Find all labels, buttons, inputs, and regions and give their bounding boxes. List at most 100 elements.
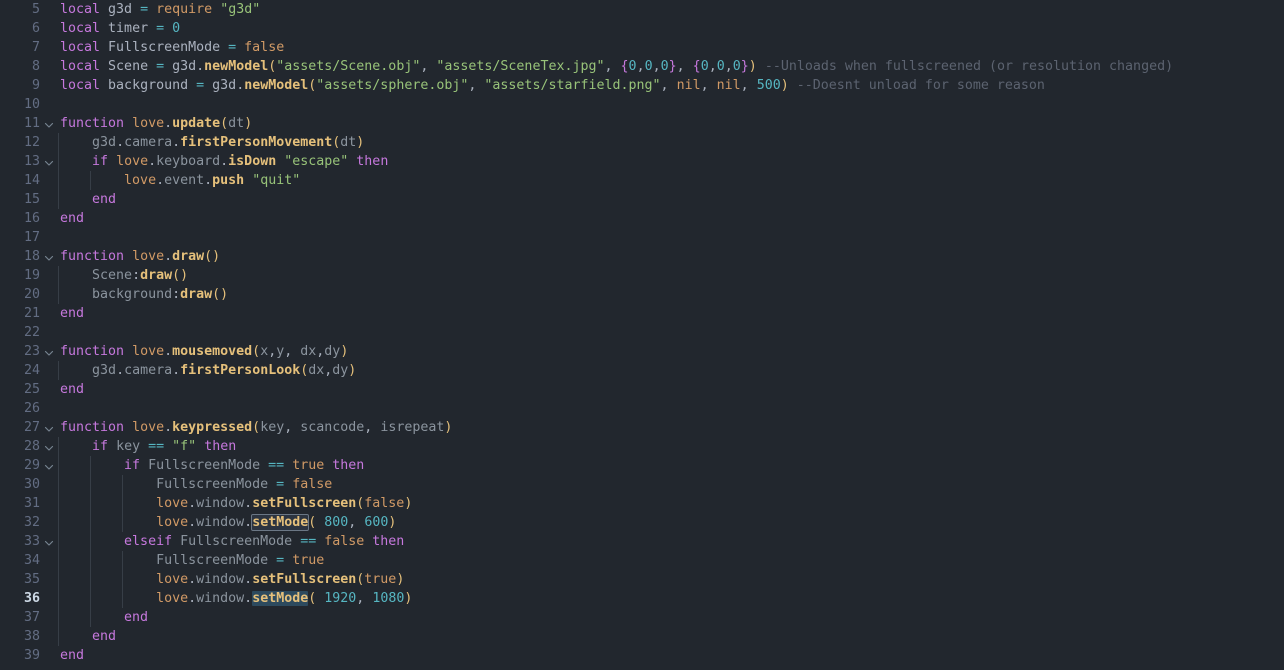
code-text[interactable]: end xyxy=(58,646,1284,665)
line-number: 10 xyxy=(23,97,40,112)
code-line[interactable]: 9 local background = g3d.newModel("assets… xyxy=(0,76,1284,95)
code-text[interactable]: function love.update(dt) xyxy=(58,114,1284,133)
code-text[interactable]: Scene:draw() xyxy=(58,266,1284,285)
code-text[interactable]: function love.mousemoved(x,y, dx,dy) xyxy=(58,342,1284,361)
code-text[interactable]: local timer = 0 xyxy=(58,19,1284,38)
code-line[interactable]: 21 end xyxy=(0,304,1284,323)
code-line[interactable]: 39 end xyxy=(0,646,1284,665)
code-text[interactable]: love.window.setMode( 800, 600) xyxy=(58,513,1284,532)
token-fnname: newModel xyxy=(244,78,309,93)
token-var: true xyxy=(292,458,325,473)
code-line[interactable]: 17 xyxy=(0,228,1284,247)
code-line[interactable]: 24 g3d.camera.firstPersonLook(dx,dy) xyxy=(0,361,1284,380)
code-line[interactable]: 18 function love.draw() xyxy=(0,247,1284,266)
fold-chevron-down-icon[interactable] xyxy=(40,437,58,456)
code-text[interactable] xyxy=(58,399,1284,418)
code-editor[interactable]: 5 local g3d = require "g3d" 6 local timer =… xyxy=(0,0,1284,670)
code-text[interactable]: end xyxy=(58,190,1284,209)
code-line[interactable]: 26 xyxy=(0,399,1284,418)
fold-chevron-down-icon[interactable] xyxy=(40,456,58,475)
code-line[interactable]: 8 local Scene = g3d.newModel("assets/Scen… xyxy=(0,57,1284,76)
fold-chevron-down-icon[interactable] xyxy=(40,418,58,437)
code-text[interactable] xyxy=(58,323,1284,342)
code-text[interactable] xyxy=(58,228,1284,247)
code-line[interactable]: 20 background:draw() xyxy=(0,285,1284,304)
fold-chevron-down-icon[interactable] xyxy=(40,342,58,361)
code-text[interactable]: end xyxy=(58,627,1284,646)
token-ident: g3d xyxy=(212,78,237,93)
code-line[interactable]: 35 love.window.setFullscreen(true) xyxy=(0,570,1284,589)
code-line[interactable]: 33 elseif FullscreenMode == false then xyxy=(0,532,1284,551)
token-op: == xyxy=(148,439,165,454)
token-fnname: draw xyxy=(172,249,205,264)
code-line[interactable]: 37 end xyxy=(0,608,1284,627)
code-line[interactable]: 28 if key == "f" then xyxy=(0,437,1284,456)
token-kw: then xyxy=(332,458,365,473)
code-line[interactable]: 10 xyxy=(0,95,1284,114)
code-text[interactable]: background:draw() xyxy=(58,285,1284,304)
code-text[interactable]: love.event.push "quit" xyxy=(58,171,1284,190)
code-text[interactable]: end xyxy=(58,380,1284,399)
code-line[interactable]: 38 end xyxy=(0,627,1284,646)
code-text[interactable]: local g3d = require "g3d" xyxy=(58,0,1284,19)
code-line[interactable]: 11 function love.update(dt) xyxy=(0,114,1284,133)
code-text[interactable]: love.window.setMode( 1920, 1080) xyxy=(58,589,1284,608)
code-line[interactable]: 23 function love.mousemoved(x,y, dx,dy) xyxy=(0,342,1284,361)
code-text[interactable]: elseif FullscreenMode == false then xyxy=(58,532,1284,551)
token-var: require xyxy=(156,2,213,17)
fold-chevron-down-icon[interactable] xyxy=(40,152,58,171)
code-line[interactable]: 30 FullscreenMode = false xyxy=(0,475,1284,494)
code-line[interactable]: 15 end xyxy=(0,190,1284,209)
code-text[interactable]: end xyxy=(58,608,1284,627)
line-number: 23 xyxy=(23,344,40,359)
code-line[interactable]: 22 xyxy=(0,323,1284,342)
code-text[interactable]: end xyxy=(58,304,1284,323)
code-text[interactable] xyxy=(58,95,1284,114)
code-line[interactable]: 31 love.window.setFullscreen(false) xyxy=(0,494,1284,513)
token-ident: background xyxy=(108,78,189,93)
code-text[interactable]: g3d.camera.firstPersonLook(dx,dy) xyxy=(58,361,1284,380)
code-text[interactable]: love.window.setFullscreen(true) xyxy=(58,570,1284,589)
code-line[interactable]: 19 Scene:draw() xyxy=(0,266,1284,285)
code-text[interactable]: love.window.setFullscreen(false) xyxy=(58,494,1284,513)
code-line[interactable]: 32 love.window.setMode( 800, 600) xyxy=(0,513,1284,532)
code-text[interactable]: FullscreenMode = false xyxy=(58,475,1284,494)
code-text[interactable]: FullscreenMode = true xyxy=(58,551,1284,570)
token-id2: dy xyxy=(332,363,349,378)
code-text[interactable]: local Scene = g3d.newModel("assets/Scene… xyxy=(58,57,1284,76)
code-line[interactable]: 36 love.window.setMode( 1920, 1080) xyxy=(0,589,1284,608)
token-p2: { xyxy=(620,59,629,74)
code-line[interactable]: 25 end xyxy=(0,380,1284,399)
code-text[interactable]: g3d.camera.firstPersonMovement(dt) xyxy=(58,133,1284,152)
code-line[interactable]: 5 local g3d = require "g3d" xyxy=(0,0,1284,19)
code-text[interactable]: local FullscreenMode = false xyxy=(58,38,1284,57)
code-text[interactable]: if love.keyboard.isDown "escape" then xyxy=(58,152,1284,171)
code-line[interactable]: 13 if love.keyboard.isDown "escape" then xyxy=(0,152,1284,171)
code-text[interactable]: function love.draw() xyxy=(58,247,1284,266)
code-line[interactable]: 16 end xyxy=(0,209,1284,228)
code-line[interactable]: 6 local timer = 0 xyxy=(0,19,1284,38)
code-text[interactable]: local background = g3d.newModel("assets/… xyxy=(58,76,1284,95)
token-op: = xyxy=(228,40,237,55)
code-line[interactable]: 27 function love.keypressed(key, scancode… xyxy=(0,418,1284,437)
code-line[interactable]: 14 love.event.push "quit" xyxy=(0,171,1284,190)
token-punc: , xyxy=(604,59,613,74)
token-p1: ) xyxy=(220,287,229,302)
fold-chevron-down-icon[interactable] xyxy=(40,247,58,266)
code-text[interactable]: end xyxy=(58,209,1284,228)
code-line[interactable]: 12 g3d.camera.firstPersonMovement(dt) xyxy=(0,133,1284,152)
token-var: false xyxy=(324,534,365,549)
code-text[interactable]: if FullscreenMode == true then xyxy=(58,456,1284,475)
token-num: 0 xyxy=(172,21,181,36)
fold-chevron-down-icon[interactable] xyxy=(40,114,58,133)
code-line[interactable]: 34 FullscreenMode = true xyxy=(0,551,1284,570)
code-line[interactable]: 7 local FullscreenMode = false xyxy=(0,38,1284,57)
fold-chevron-down-icon[interactable] xyxy=(40,532,58,551)
code-text[interactable]: if key == "f" then xyxy=(58,437,1284,456)
code-line[interactable]: 29 if FullscreenMode == true then xyxy=(0,456,1284,475)
token-id2: keyboard xyxy=(156,154,221,169)
code-text[interactable]: function love.keypressed(key, scancode, … xyxy=(58,418,1284,437)
line-number: 35 xyxy=(23,572,40,587)
